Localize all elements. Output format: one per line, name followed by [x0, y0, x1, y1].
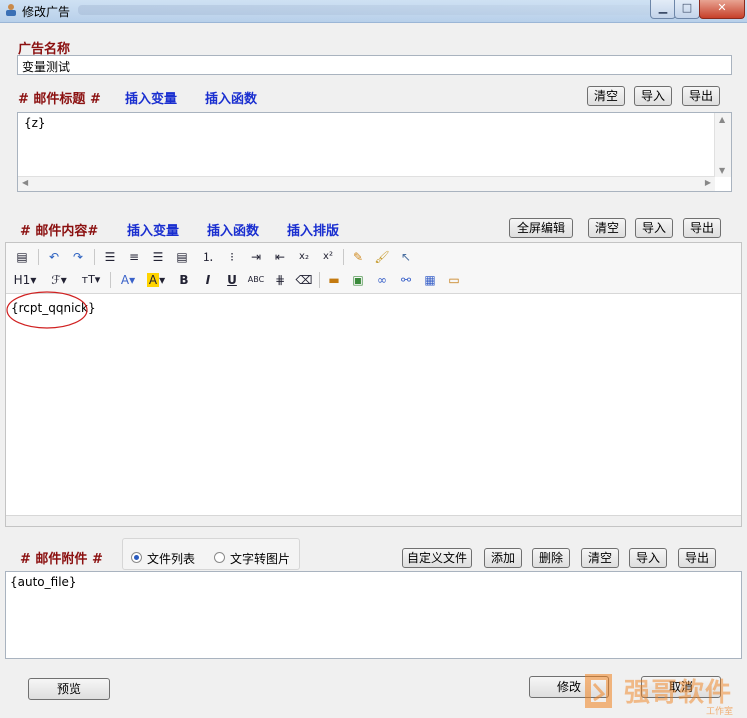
title-blurred-info: [78, 5, 658, 15]
indent-icon[interactable]: ⇥: [246, 247, 266, 267]
close-button[interactable]: ✕: [699, 0, 745, 19]
font-size-icon[interactable]: тT▾: [78, 270, 104, 290]
subject-insert-function-link[interactable]: 插入函数: [205, 88, 257, 107]
image-icon[interactable]: ▬: [324, 270, 344, 290]
ad-name-value: 变量测试: [22, 60, 71, 74]
attachment-delete-button[interactable]: 删除: [532, 548, 570, 568]
heading-icon[interactable]: H1▾: [10, 270, 40, 290]
subject-insert-variable-link[interactable]: 插入变量: [125, 88, 177, 107]
highlight-icon[interactable]: A ▾: [144, 270, 168, 290]
subject-hscrollbar[interactable]: ◀ ▶: [18, 176, 715, 191]
eraser-icon[interactable]: ⌫: [294, 270, 314, 290]
unordered-list-icon[interactable]: ⁝: [222, 247, 242, 267]
toolbar-divider: [38, 249, 39, 265]
watermark-emblem: [585, 674, 612, 708]
select-icon[interactable]: ↖: [396, 247, 416, 267]
attachment-clear-button[interactable]: 清空: [581, 548, 619, 568]
toolbar-divider: [110, 272, 111, 288]
fullscreen-edit-button[interactable]: 全屏编辑: [509, 218, 573, 238]
strikethrough-icon[interactable]: ABC: [246, 270, 266, 290]
annotation-circle: [6, 291, 88, 329]
subject-textarea[interactable]: {z} ▲ ▼ ◀ ▶: [17, 112, 732, 192]
subject-vscrollbar[interactable]: ▲ ▼: [714, 113, 731, 177]
text-to-image-radio[interactable]: [214, 552, 225, 563]
editor-toolbar-row-1: ▤ ↶ ↷ ☰ ≡ ☰ ▤ ⒈ ⁝ ⇥ ⇤ x₂ x² ✎ 🖌 ↖: [8, 247, 428, 267]
minimize-button[interactable]: ▁: [650, 0, 676, 19]
toolbar-divider: [319, 272, 320, 288]
preview-button[interactable]: 预览: [28, 678, 110, 700]
insert-row-icon[interactable]: ▭: [444, 270, 464, 290]
superscript-icon[interactable]: x²: [318, 247, 338, 267]
attachment-label: # 邮件附件 #: [20, 552, 103, 567]
toolbar-divider: [94, 249, 95, 265]
scroll-down-icon[interactable]: ▼: [719, 166, 725, 175]
app-icon: [6, 4, 16, 16]
horizontal-rule-icon[interactable]: ⋕: [270, 270, 290, 290]
attachment-textarea[interactable]: {auto_file}: [5, 571, 742, 659]
content-insert-function-link[interactable]: 插入函数: [207, 220, 259, 239]
redo-icon[interactable]: ↷: [68, 247, 88, 267]
attachment-value: {auto_file}: [10, 575, 77, 589]
underline-icon[interactable]: U: [222, 270, 242, 290]
subscript-icon[interactable]: x₂: [294, 247, 314, 267]
content-insert-variable-link[interactable]: 插入变量: [127, 220, 179, 239]
align-left-icon[interactable]: ☰: [100, 247, 120, 267]
attachment-export-button[interactable]: 导出: [678, 548, 716, 568]
attachment-import-button[interactable]: 导入: [629, 548, 667, 568]
justify-icon[interactable]: ▤: [172, 247, 192, 267]
maximize-button[interactable]: □: [674, 0, 700, 19]
content-insert-layout-link[interactable]: 插入排版: [287, 220, 339, 239]
watermark-logo: 强哥软件 工作室: [580, 666, 747, 718]
subject-clear-button[interactable]: 清空: [587, 86, 625, 106]
scroll-up-icon[interactable]: ▲: [719, 115, 725, 124]
ordered-list-icon[interactable]: ⒈: [198, 247, 218, 267]
watermark-sub: 工作室: [706, 707, 734, 717]
align-center-icon[interactable]: ≡: [124, 247, 144, 267]
text-to-image-radio-label[interactable]: 文字转图片: [230, 550, 290, 567]
scroll-left-icon[interactable]: ◀: [22, 178, 28, 187]
content-export-button[interactable]: 导出: [683, 218, 721, 238]
insert-image-icon[interactable]: ▣: [348, 270, 368, 290]
subject-label: # 邮件标题 #: [18, 92, 101, 107]
italic-icon[interactable]: I: [198, 270, 218, 290]
unlink-icon[interactable]: ⚯: [396, 270, 416, 290]
align-right-icon[interactable]: ☰: [148, 247, 168, 267]
source-icon[interactable]: ▤: [12, 247, 32, 267]
outdent-icon[interactable]: ⇤: [270, 247, 290, 267]
font-family-icon[interactable]: ℱ▾: [46, 270, 72, 290]
bold-icon[interactable]: B: [174, 270, 194, 290]
subject-import-button[interactable]: 导入: [634, 86, 672, 106]
content-import-button[interactable]: 导入: [635, 218, 673, 238]
file-list-radio-label[interactable]: 文件列表: [147, 550, 195, 567]
scroll-right-icon[interactable]: ▶: [705, 178, 711, 187]
attachment-add-button[interactable]: 添加: [484, 548, 522, 568]
title-bar: 修改广告 ▁ □ ✕: [0, 0, 747, 23]
font-color-icon[interactable]: A▾: [116, 270, 140, 290]
format-painter-icon[interactable]: 🖌: [372, 247, 392, 267]
table-icon[interactable]: ▦: [420, 270, 440, 290]
subject-export-button[interactable]: 导出: [682, 86, 720, 106]
undo-icon[interactable]: ↶: [44, 247, 64, 267]
content-label: # 邮件内容#: [20, 224, 99, 239]
editor-statusbar: [6, 515, 741, 526]
toolbar-divider: [343, 249, 344, 265]
custom-file-button[interactable]: 自定义文件: [402, 548, 472, 568]
link-icon[interactable]: ∞: [372, 270, 392, 290]
clear-format-icon[interactable]: ✎: [348, 247, 368, 267]
content-clear-button[interactable]: 清空: [588, 218, 626, 238]
subject-value: {z}: [24, 116, 46, 130]
ad-name-input[interactable]: 变量测试: [17, 55, 732, 75]
file-list-radio[interactable]: [131, 552, 142, 563]
window-title: 修改广告: [22, 5, 71, 19]
editor-toolbar-row-2: H1▾ ℱ▾ тT▾ A▾ A ▾ B I U ABC ⋕ ⌫ ▬ ▣ ∞ ⚯ ▦…: [8, 270, 478, 290]
